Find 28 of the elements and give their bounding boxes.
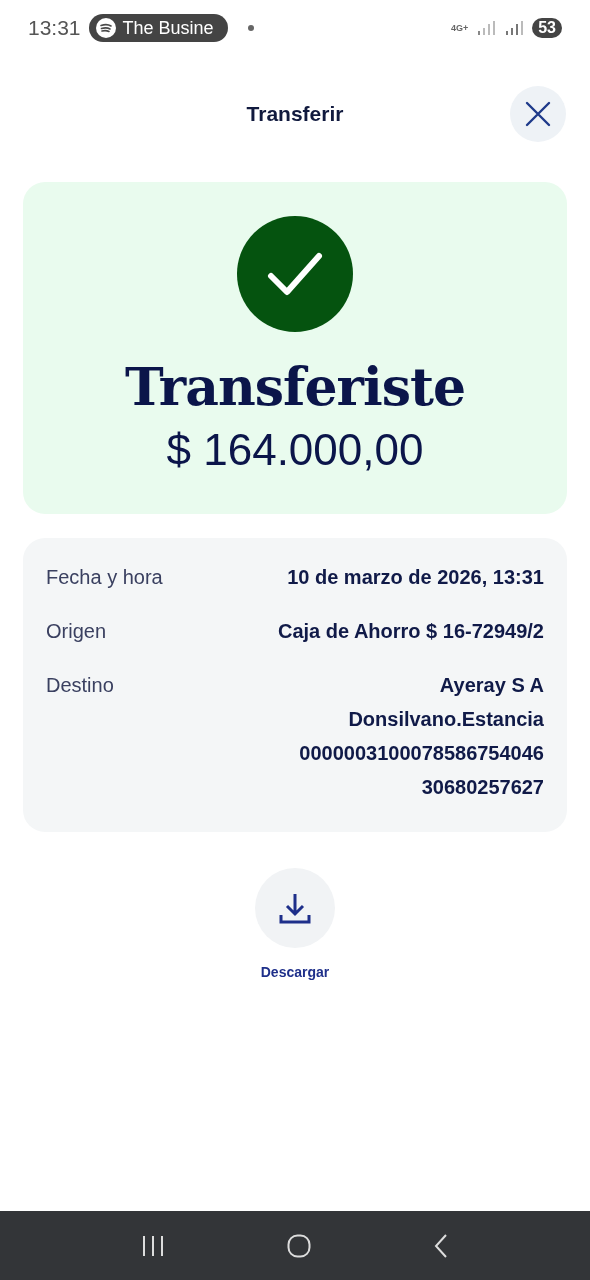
recent-apps-icon[interactable] bbox=[141, 1234, 165, 1257]
back-icon[interactable] bbox=[433, 1233, 449, 1258]
check-icon bbox=[237, 216, 353, 332]
detail-value: 0000003100078586754046 bbox=[299, 741, 544, 766]
screen-title: Transferir bbox=[246, 102, 344, 126]
detail-value: Caja de Ahorro $ 16-72949/2 bbox=[277, 619, 544, 644]
media-chip[interactable]: The Busine bbox=[88, 14, 228, 42]
download-icon bbox=[278, 891, 312, 925]
detail-label: Fecha y hora bbox=[46, 565, 163, 590]
notification-dot-icon bbox=[247, 25, 254, 31]
close-button[interactable] bbox=[510, 86, 566, 142]
download-label[interactable]: Descargar bbox=[260, 964, 330, 980]
home-icon[interactable] bbox=[287, 1233, 311, 1258]
detail-value: Ayeray S A bbox=[439, 673, 544, 698]
detail-value: Donsilvano.Estancia bbox=[348, 707, 544, 732]
music-app-icon bbox=[94, 17, 117, 39]
signal-icon bbox=[476, 20, 497, 36]
battery-indicator: 53 bbox=[532, 18, 562, 38]
status-time: 13:31 bbox=[28, 16, 81, 40]
detail-label: Destino bbox=[46, 673, 114, 698]
detail-label: Origen bbox=[46, 619, 107, 644]
signal-icon bbox=[504, 20, 525, 36]
network-type: 4G+ bbox=[450, 23, 469, 33]
detail-value: 30680257627 bbox=[421, 775, 544, 800]
close-icon bbox=[524, 100, 552, 128]
success-headline: Transferiste bbox=[124, 356, 466, 417]
transfer-amount: $ 164.000,00 bbox=[166, 425, 424, 475]
detail-value: 10 de marzo de 2026, 13:31 bbox=[287, 565, 544, 590]
